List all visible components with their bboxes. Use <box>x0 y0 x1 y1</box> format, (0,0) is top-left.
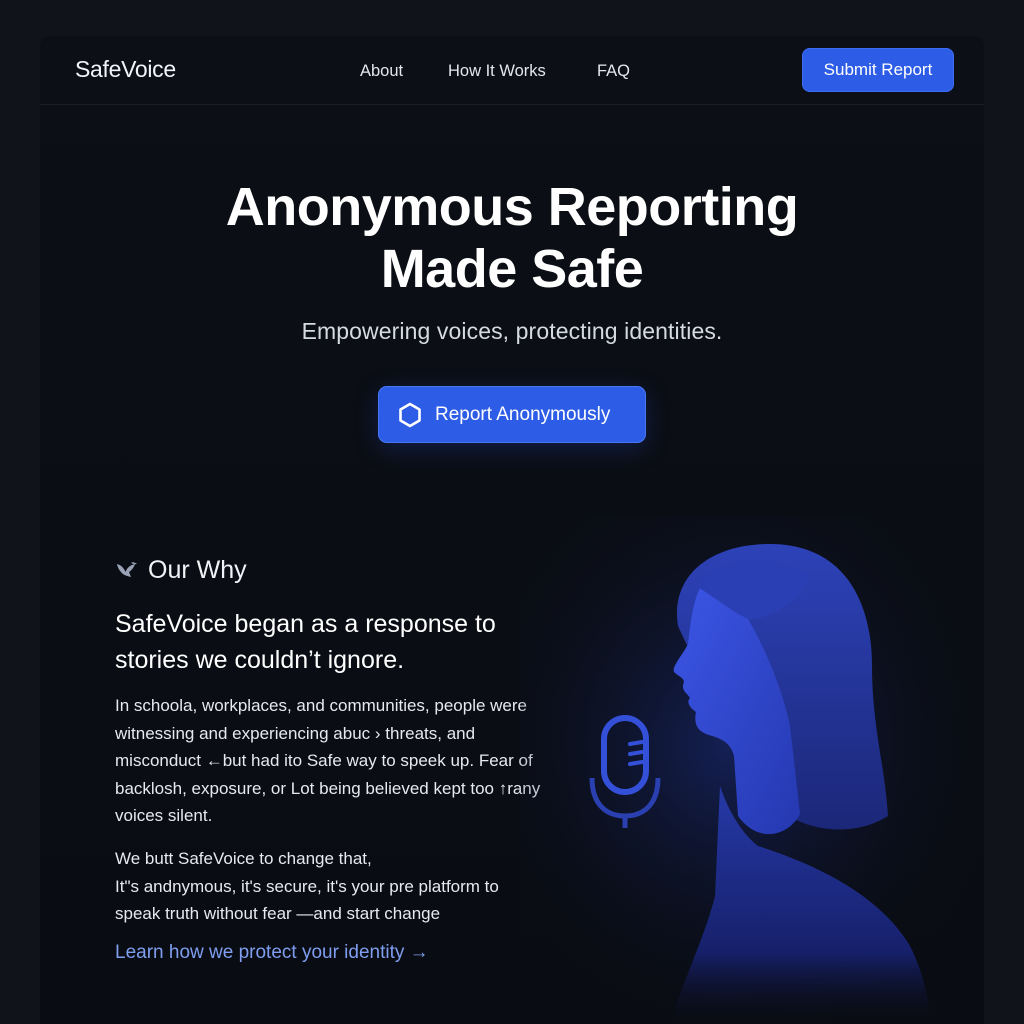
nav-link-how-it-works[interactable]: How It Works <box>448 62 546 81</box>
nav-link-faq[interactable]: FAQ <box>597 62 630 81</box>
submit-report-button[interactable]: Submit Report <box>802 48 954 92</box>
why-lead-text: SafeVoice began as a response to stories… <box>115 610 496 674</box>
hero-subtitle: Empowering voices, protecting identities… <box>301 318 723 344</box>
bird-icon <box>117 562 137 577</box>
report-anonymously-label: Report Anonymously <box>435 404 611 425</box>
shield-hexagon-icon <box>399 402 421 428</box>
hero-title-line2: Made Safe <box>380 239 644 299</box>
page-frame: SafeVoice About How It Works FAQ Submit … <box>40 36 984 1024</box>
why-paragraph-2: We butt SafeVoice to change that, It"s a… <box>115 849 499 923</box>
hero-title: Anonymous Reporting Made Safe <box>40 176 984 300</box>
report-anonymously-button[interactable]: Report Anonymously <box>378 386 646 443</box>
why-paragraph-1: In schoola, workplaces, and communities,… <box>115 696 541 825</box>
hero-title-line1: Anonymous Reporting <box>225 177 799 237</box>
learn-identity-protection-link[interactable]: Learn how we protect your identity → <box>115 942 429 964</box>
our-why-label: Our Why <box>148 556 247 584</box>
top-navbar: SafeVoice About How It Works FAQ Submit … <box>40 36 984 105</box>
brand-logo[interactable]: SafeVoice <box>75 56 176 83</box>
speaker-illustration <box>520 516 984 1024</box>
nav-link-about[interactable]: About <box>360 62 403 81</box>
